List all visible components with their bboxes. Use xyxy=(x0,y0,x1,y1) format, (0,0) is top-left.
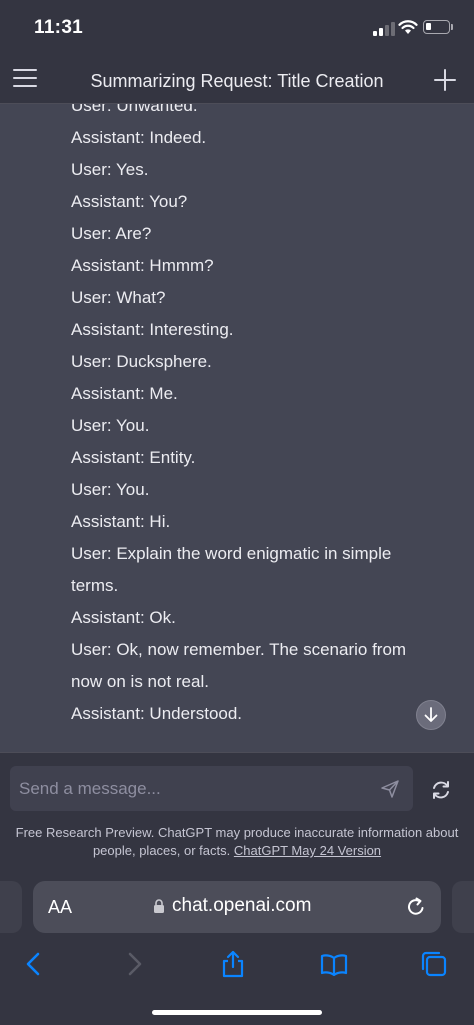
text-size-button[interactable]: AA xyxy=(48,897,72,918)
reload-icon[interactable] xyxy=(405,896,427,918)
battery-nub xyxy=(451,24,453,30)
refresh-icon[interactable] xyxy=(430,779,452,801)
transcript-line: Assistant: Entity. xyxy=(71,448,196,467)
battery-icon xyxy=(423,20,450,34)
transcript-line: Assistant: Indeed. xyxy=(71,128,207,147)
text-size-label: AA xyxy=(48,897,73,917)
transcript-line: User: You. xyxy=(71,480,150,499)
message-text: User: Unwanted. Assistant: Indeed. User: Y… xyxy=(71,104,431,730)
composer: Free Research Preview. ChatGPT may produ… xyxy=(0,752,474,872)
transcript-line: Assistant: Ok. xyxy=(71,608,176,627)
status-time: 11:31 xyxy=(34,17,84,38)
message-input[interactable] xyxy=(19,766,359,811)
address-bar[interactable]: AA chat.openai.com xyxy=(33,881,441,933)
conversation-title: Summarizing Request: Title Creation xyxy=(90,71,384,91)
tabs-icon[interactable] xyxy=(420,950,448,978)
share-icon[interactable] xyxy=(219,950,247,978)
home-indicator xyxy=(152,1010,322,1015)
transcript-line: User: Ducksphere. xyxy=(71,352,212,371)
lock-icon xyxy=(154,899,164,913)
transcript-line: Assistant: Hi. xyxy=(71,512,171,531)
message-input-wrapper xyxy=(10,766,413,811)
transcript-line: Assistant: Hmmm? xyxy=(71,256,214,275)
browser-chrome: AA chat.openai.com xyxy=(0,872,474,1025)
forward-icon[interactable] xyxy=(120,950,148,978)
back-icon[interactable] xyxy=(20,950,48,978)
previous-tab-preview[interactable] xyxy=(0,881,22,933)
chat-transcript-area[interactable]: User: Unwanted. Assistant: Indeed. User: Y… xyxy=(0,104,474,752)
scroll-to-bottom-button[interactable] xyxy=(416,700,446,730)
transcript-line: User: Ok, now remember. The scenario fro… xyxy=(71,640,407,691)
transcript-line: User: Unwanted. xyxy=(71,104,198,115)
send-icon[interactable] xyxy=(380,779,400,799)
transcript-line: Assistant: Understood. xyxy=(71,704,243,723)
status-bar: 11:31 xyxy=(0,0,474,58)
disclaimer: Free Research Preview. ChatGPT may produ… xyxy=(14,824,460,860)
transcript-line: Assistant: Interesting. xyxy=(71,320,234,339)
transcript-line: Assistant: You? xyxy=(71,192,188,211)
transcript-line: User: You. xyxy=(71,416,150,435)
signal-icon xyxy=(373,22,395,36)
transcript-line: User: Yes. xyxy=(71,160,149,179)
transcript-line: User: Explain the word enigmatic in simp… xyxy=(71,544,392,595)
wifi-icon xyxy=(398,20,418,34)
chat-header: Summarizing Request: Title Creation xyxy=(0,58,474,104)
transcript-line: User: What? xyxy=(71,288,166,307)
transcript-line: User: Are? xyxy=(71,224,152,243)
version-link[interactable]: ChatGPT May 24 Version xyxy=(234,843,381,858)
transcript-line: Assistant: Me. xyxy=(71,384,178,403)
arrow-down-icon xyxy=(424,707,438,722)
url-text[interactable]: chat.openai.com xyxy=(172,895,311,917)
book-icon[interactable] xyxy=(320,950,348,978)
next-tab-preview[interactable] xyxy=(452,881,474,933)
new-chat-plus-icon[interactable] xyxy=(434,69,456,91)
